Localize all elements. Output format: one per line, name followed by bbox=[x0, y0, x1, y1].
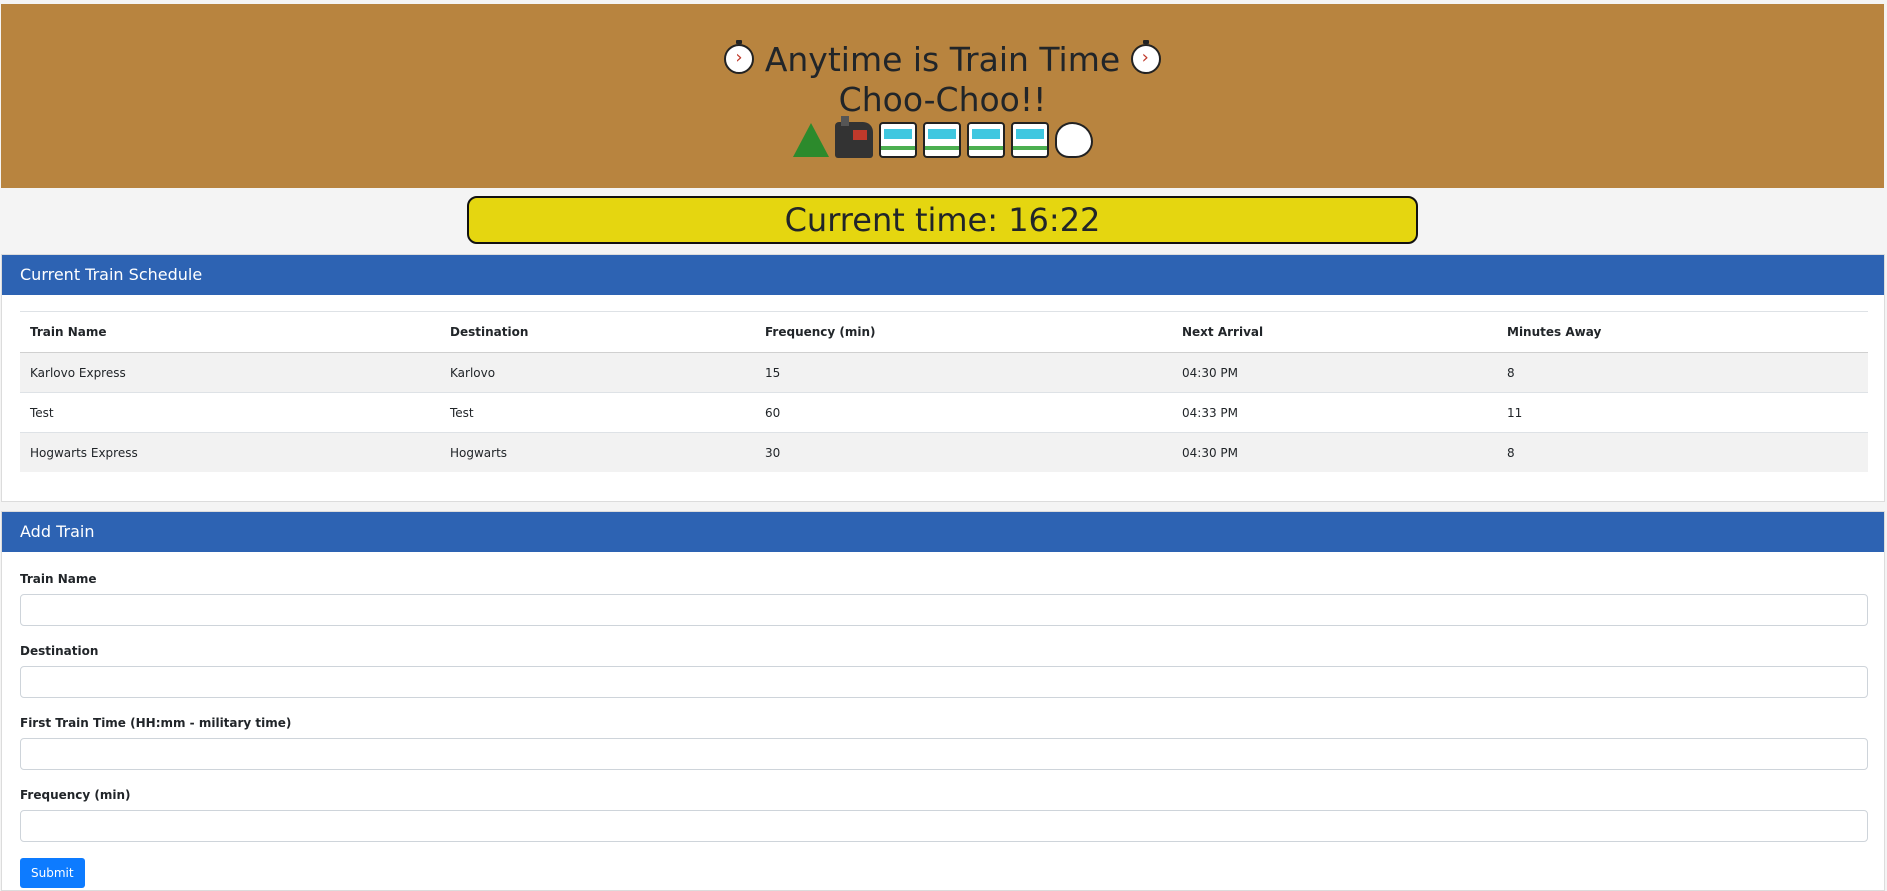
cell-next-arrival: 04:30 PM bbox=[1172, 432, 1497, 472]
header-banner: Anytime is Train Time Choo-Choo!! bbox=[1, 4, 1884, 188]
stopwatch-icon bbox=[724, 40, 755, 74]
cell-destination: Test bbox=[440, 392, 755, 433]
locomotive-icon bbox=[834, 116, 873, 158]
railway-car-icon bbox=[1010, 122, 1049, 158]
table-row: Test Test 60 04:33 PM 11 bbox=[20, 392, 1868, 433]
cell-train-name: Hogwarts Express bbox=[20, 432, 440, 472]
cell-frequency: 15 bbox=[755, 352, 1172, 393]
schedule-card: Current Train Schedule Train Name Destin… bbox=[1, 254, 1885, 502]
first-train-time-label: First Train Time (HH:mm - military time) bbox=[20, 716, 292, 730]
add-train-card-title: Add Train bbox=[2, 512, 1884, 552]
cell-train-name: Karlovo Express bbox=[20, 352, 440, 393]
column-header: Destination bbox=[440, 311, 755, 353]
table-row: Hogwarts Express Hogwarts 30 04:30 PM 8 bbox=[20, 432, 1868, 472]
cell-destination: Karlovo bbox=[440, 352, 755, 393]
cell-minutes-away: 11 bbox=[1497, 392, 1868, 433]
add-train-form: Train Name Destination First Train Time … bbox=[20, 570, 1868, 888]
cell-next-arrival: 04:30 PM bbox=[1172, 352, 1497, 393]
stopwatch-icon bbox=[1130, 40, 1161, 74]
title-line2: Choo-Choo!! bbox=[838, 80, 1047, 119]
cell-frequency: 30 bbox=[755, 432, 1172, 472]
column-header: Train Name bbox=[20, 311, 440, 353]
title-line1: Anytime is Train Time bbox=[764, 40, 1121, 79]
frequency-label: Frequency (min) bbox=[20, 788, 131, 802]
train-name-label: Train Name bbox=[20, 572, 97, 586]
cell-train-name: Test bbox=[20, 392, 440, 433]
destination-label: Destination bbox=[20, 644, 99, 658]
submit-button[interactable]: Submit bbox=[20, 858, 85, 888]
add-train-card: Add Train Train Name Destination First T… bbox=[1, 511, 1885, 891]
destination-input[interactable] bbox=[20, 666, 1868, 698]
cell-frequency: 60 bbox=[755, 392, 1172, 433]
railway-car-icon bbox=[878, 122, 917, 158]
train-name-input[interactable] bbox=[20, 594, 1868, 626]
cell-minutes-away: 8 bbox=[1497, 432, 1868, 472]
page-title: Anytime is Train Time Choo-Choo!! bbox=[1, 4, 1884, 120]
railway-car-icon bbox=[922, 122, 961, 158]
railway-car-icon bbox=[966, 122, 1005, 158]
current-time-display: Current time: 16:22 bbox=[467, 196, 1418, 244]
cell-destination: Hogwarts bbox=[440, 432, 755, 472]
schedule-table: Train Name Destination Frequency (min) N… bbox=[20, 311, 1868, 472]
table-header-row: Train Name Destination Frequency (min) N… bbox=[20, 311, 1868, 353]
cell-minutes-away: 8 bbox=[1497, 352, 1868, 393]
column-header: Frequency (min) bbox=[755, 311, 1172, 353]
dashing-away-icon bbox=[1054, 122, 1093, 158]
train-emoji-row bbox=[1, 116, 1884, 158]
cell-next-arrival: 04:33 PM bbox=[1172, 392, 1497, 433]
column-header: Next Arrival bbox=[1172, 311, 1497, 353]
table-row: Karlovo Express Karlovo 15 04:30 PM 8 bbox=[20, 352, 1868, 393]
frequency-input[interactable] bbox=[20, 810, 1868, 842]
column-header: Minutes Away bbox=[1497, 311, 1868, 353]
first-train-time-input[interactable] bbox=[20, 738, 1868, 770]
schedule-card-title: Current Train Schedule bbox=[2, 255, 1884, 295]
mountain-railway-icon bbox=[792, 123, 829, 157]
